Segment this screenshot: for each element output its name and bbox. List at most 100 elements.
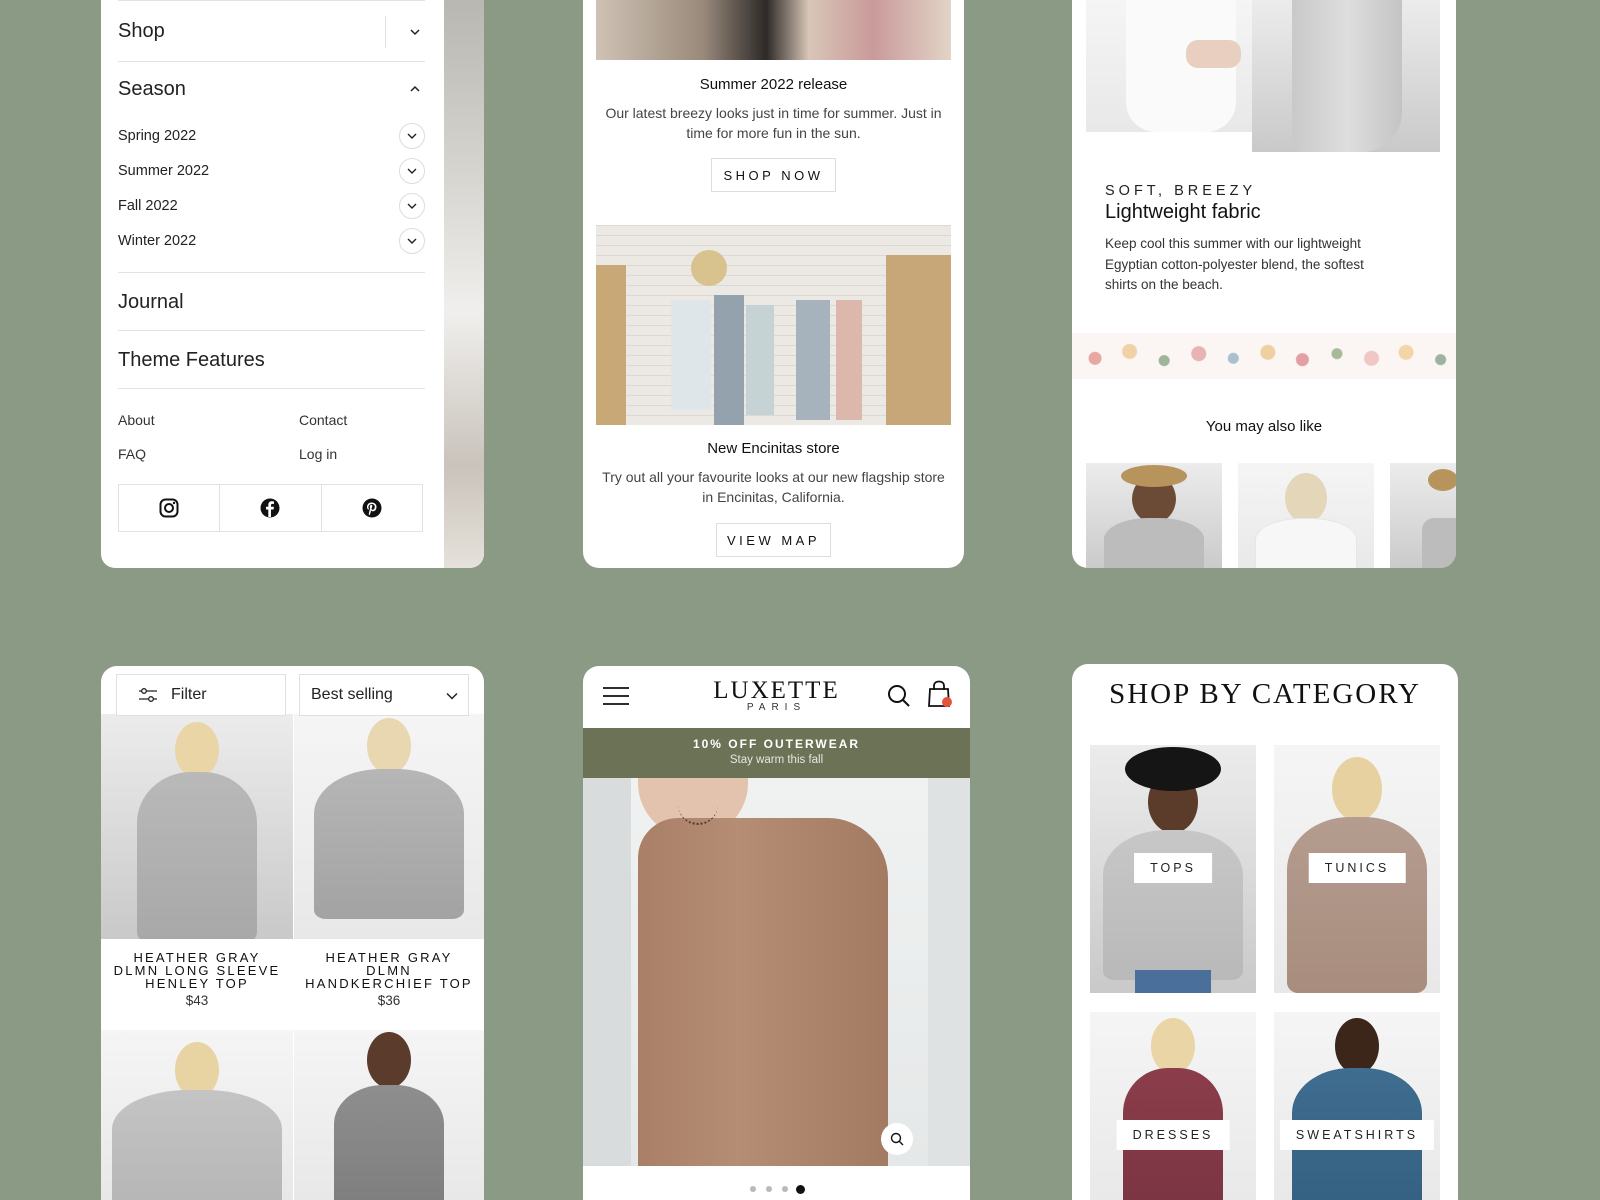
model-shirt xyxy=(1422,518,1456,568)
footer-link-contact[interactable]: Contact xyxy=(299,412,347,428)
summer-release-image[interactable] xyxy=(596,0,951,60)
season-item-label: Fall 2022 xyxy=(118,198,178,214)
banner-title: 10% OFF OUTERWEAR xyxy=(692,737,861,751)
banner-subtitle: Stay warm this fall xyxy=(729,754,824,766)
slide-dot[interactable] xyxy=(765,1186,772,1192)
category-tile-dresses[interactable]: DRESSES xyxy=(1090,1012,1256,1200)
menu-item-theme-features[interactable]: Theme Features xyxy=(118,330,425,389)
promo-title: Summer 2022 release xyxy=(699,76,848,93)
product-image-white-top[interactable] xyxy=(1086,0,1261,132)
sort-value: Best selling xyxy=(311,686,393,703)
chevron-down-icon xyxy=(407,238,417,244)
category-heading: SHOP BY CATEGORY xyxy=(1109,678,1421,710)
necklace xyxy=(678,783,718,825)
instagram-link[interactable] xyxy=(119,485,221,531)
product-name[interactable]: HEATHER GRAY DLMN HANDKERCHIEF TOP xyxy=(294,951,484,990)
hanging-towel xyxy=(796,300,830,420)
recommended-product[interactable] xyxy=(1238,463,1374,568)
product-price: $36 xyxy=(377,993,401,1008)
zoom-icon xyxy=(890,1132,904,1146)
chevron-down-icon xyxy=(407,203,417,209)
search-icon[interactable] xyxy=(887,684,911,708)
product-price: $43 xyxy=(185,993,209,1008)
expand-button[interactable] xyxy=(399,228,425,254)
season-item-winter-2022[interactable]: Winter 2022 xyxy=(118,228,425,254)
model-tunic xyxy=(1287,817,1427,993)
page: { "menu": { "shop_label": "Shop", "seaso… xyxy=(0,0,1600,1200)
hero-product-image[interactable] xyxy=(583,778,970,1166)
instagram-icon xyxy=(159,498,179,518)
model-head xyxy=(1151,1018,1195,1074)
product-name[interactable]: HEATHER GRAY DLMN LONG SLEEVE HENLEY TOP xyxy=(101,951,293,990)
season-item-spring-2022[interactable]: Spring 2022 xyxy=(118,123,425,149)
product-image[interactable] xyxy=(294,714,484,939)
menu-item-theme-features-label: Theme Features xyxy=(118,349,265,371)
product-name-line: HENLEY TOP xyxy=(145,976,249,991)
menu-item-season-label[interactable]: Season xyxy=(118,78,186,101)
filter-label: Filter xyxy=(171,686,207,703)
hanging-towel xyxy=(836,300,862,420)
zoom-button[interactable] xyxy=(881,1123,913,1155)
image-edge xyxy=(928,778,970,1166)
facebook-link[interactable] xyxy=(220,485,322,531)
promo-title: New Encinitas store xyxy=(707,440,840,457)
category-tile-tops[interactable]: TOPS xyxy=(1090,745,1256,993)
season-item-fall-2022[interactable]: Fall 2022 xyxy=(118,193,425,219)
product-image[interactable] xyxy=(294,1030,484,1200)
season-item-label: Winter 2022 xyxy=(118,233,197,249)
detail-body: Keep cool this summer with our lightweig… xyxy=(1105,236,1364,292)
chevron-down-icon[interactable] xyxy=(409,26,421,38)
recommended-product[interactable] xyxy=(1390,463,1456,568)
promo-body: Our latest breezy looks just in time for… xyxy=(605,105,942,141)
expand-button[interactable] xyxy=(399,193,425,219)
menu-item-shop[interactable]: Shop xyxy=(118,0,425,62)
pinterest-link[interactable] xyxy=(322,485,422,531)
expand-button[interactable] xyxy=(399,123,425,149)
straw-hat xyxy=(691,250,727,286)
detail-eyebrow: SOFT, BREEZY xyxy=(1105,183,1257,199)
slide-dot[interactable] xyxy=(749,1186,756,1192)
promo-banner[interactable]: 10% OFF OUTERWEAR Stay warm this fall xyxy=(583,728,970,778)
hanging-towel xyxy=(671,300,711,410)
product-name-line: HANDKERCHIEF TOP xyxy=(305,976,473,991)
category-tile-sweatshirts[interactable]: SWEATSHIRTS xyxy=(1274,1012,1440,1200)
category-tile-tunics[interactable]: TUNICS xyxy=(1274,745,1440,993)
promo-grid-card: Summer 2022 release Our latest breezy lo… xyxy=(583,0,964,568)
model-hat xyxy=(1121,465,1187,487)
category-label: TUNICS xyxy=(1308,853,1406,883)
brand-logo[interactable]: LUXETTE xyxy=(583,677,970,705)
footer-link-about[interactable]: About xyxy=(118,412,155,428)
footer-link-login[interactable]: Log in xyxy=(299,446,337,462)
model-head xyxy=(175,722,219,778)
menu-item-journal-label: Journal xyxy=(118,291,184,313)
sort-select[interactable]: Best selling xyxy=(299,674,469,716)
product-detail-card: SOFT, BREEZY Lightweight fabric Keep coo… xyxy=(1072,0,1456,568)
shop-now-button[interactable]: SHOP NOW xyxy=(711,158,836,192)
filter-button[interactable]: Filter xyxy=(116,674,286,716)
footer-link-faq[interactable]: FAQ xyxy=(118,446,146,462)
model-shirt xyxy=(1104,518,1204,568)
view-map-button[interactable]: VIEW MAP xyxy=(716,523,831,557)
collection-card: Filter Best selling HEATHER GRAY DLMN LO… xyxy=(101,666,484,1200)
encinitas-store-image[interactable] xyxy=(596,225,951,425)
cart-icon[interactable] xyxy=(927,680,953,708)
season-item-summer-2022[interactable]: Summer 2022 xyxy=(118,158,425,184)
product-image-gray-tunic[interactable] xyxy=(1252,0,1440,152)
menu-item-journal[interactable]: Journal xyxy=(118,272,425,331)
model-hand xyxy=(1186,40,1241,68)
expand-button[interactable] xyxy=(399,158,425,184)
recommended-product[interactable] xyxy=(1086,463,1222,568)
model-hat xyxy=(1125,747,1221,791)
hanging-towel xyxy=(746,305,774,415)
social-links xyxy=(118,484,423,532)
slide-dot[interactable] xyxy=(781,1186,788,1192)
chevron-up-icon[interactable] xyxy=(409,83,421,95)
model-head xyxy=(1285,473,1327,523)
category-label: TOPS xyxy=(1134,853,1212,883)
image-edge xyxy=(583,778,631,1166)
product-image[interactable] xyxy=(101,1030,293,1200)
divider xyxy=(385,16,386,48)
category-card: SHOP BY CATEGORY TOPS TUNICS DRESSES SWE… xyxy=(1072,664,1458,1200)
slide-dot[interactable] xyxy=(796,1184,805,1194)
product-image[interactable] xyxy=(101,714,293,939)
